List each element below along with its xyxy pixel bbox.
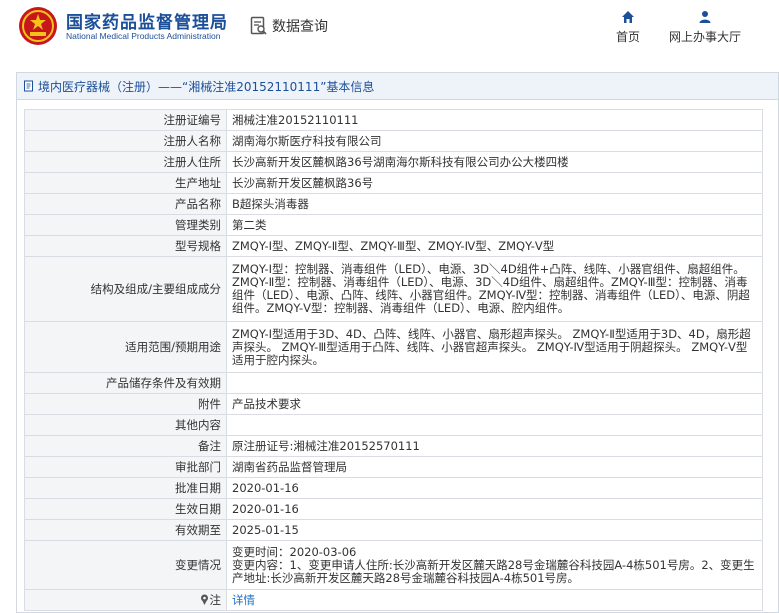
national-emblem-icon — [19, 7, 57, 45]
row-value: 湖南海尔斯医疗科技有限公司 — [226, 130, 763, 152]
row-label: 管理类别 — [24, 214, 227, 236]
device-info-table: 注册证编号 湘械注准20152110111 注册人名称 湖南海尔斯医疗科技有限公… — [24, 109, 763, 611]
row-label: 型号规格 — [24, 235, 227, 257]
row-value: 湖南省药品监督管理局 — [226, 456, 763, 478]
row-value: ZMQY-Ⅰ型、ZMQY-Ⅱ型、ZMQY-Ⅲ型、ZMQY-Ⅳ型、ZMQY-Ⅴ型 — [226, 235, 763, 257]
row-label: 生效日期 — [24, 498, 227, 520]
table-row: 产品名称 B超探头消毒器 — [24, 193, 763, 215]
data-query-icon — [250, 16, 267, 35]
row-value: 第二类 — [226, 214, 763, 236]
row-value: ZMQY-Ⅰ型适用于3D、4D、凸阵、线阵、小器官、扇形超声探头。 ZMQY-Ⅱ… — [226, 321, 763, 373]
table-row: 其他内容 — [24, 414, 763, 436]
details-link[interactable]: 详情 — [226, 589, 763, 611]
document-icon — [24, 80, 33, 92]
row-value — [226, 372, 763, 394]
row-label: 变更情况 — [24, 540, 227, 590]
row-label-text: 注 — [209, 592, 222, 607]
detail-panel: 境内医疗器械（注册）——“湘械注准20152110111”基本信息 注册证编号 … — [16, 72, 779, 613]
row-value: ZMQY-Ⅰ型：控制器、消毒组件（LED）、电源、3D＼4D组件+凸阵、线阵、小… — [226, 256, 763, 322]
row-label: 注 — [24, 589, 227, 611]
table-row: 备注 原注册证号:湘械注准20152570111 — [24, 435, 763, 457]
nav-home[interactable]: 首页 — [608, 10, 648, 45]
table-row: 注册人名称 湖南海尔斯医疗科技有限公司 — [24, 130, 763, 152]
row-label: 注册人名称 — [24, 130, 227, 152]
row-value: 2020-01-16 — [226, 477, 763, 499]
table-row: 变更情况 变更时间：2020-03-06 变更内容：1、变更申请人住所:长沙高新… — [24, 540, 763, 590]
row-label: 批准日期 — [24, 477, 227, 499]
row-label: 生产地址 — [24, 172, 227, 194]
site-logo-subtitle[interactable]: National Medical Products Administration — [66, 31, 221, 41]
table-row: 有效期至 2025-01-15 — [24, 519, 763, 541]
table-row: 注 详情 — [24, 589, 763, 611]
row-label: 产品名称 — [24, 193, 227, 215]
table-row: 管理类别 第二类 — [24, 214, 763, 236]
row-label: 注册人住所 — [24, 151, 227, 173]
row-label: 其他内容 — [24, 414, 227, 436]
row-value: 产品技术要求 — [226, 393, 763, 415]
row-label: 产品储存条件及有效期 — [24, 372, 227, 394]
row-label: 审批部门 — [24, 456, 227, 478]
table-row: 注册人住所 长沙高新开发区麓枫路36号湖南海尔斯科技有限公司办公大楼四楼 — [24, 151, 763, 173]
row-value: 2020-01-16 — [226, 498, 763, 520]
row-label: 结构及组成/主要组成成分 — [24, 256, 227, 322]
table-row: 生效日期 2020-01-16 — [24, 498, 763, 520]
table-row: 批准日期 2020-01-16 — [24, 477, 763, 499]
row-value — [226, 414, 763, 436]
table-row: 注册证编号 湘械注准20152110111 — [24, 109, 763, 131]
nav-home-label: 首页 — [615, 30, 640, 44]
row-label: 备注 — [24, 435, 227, 457]
site-logo-title[interactable]: 国家药品监督管理局 — [66, 8, 228, 33]
row-value: 长沙高新开发区麓枫路36号湖南海尔斯科技有限公司办公大楼四楼 — [226, 151, 763, 173]
panel-title-bar: 境内医疗器械（注册）——“湘械注准20152110111”基本信息 — [17, 73, 778, 100]
row-label: 注册证编号 — [24, 109, 227, 131]
data-query-label: 数据查询 — [272, 19, 328, 35]
site-header: 国家药品监督管理局 National Medical Products Admi… — [0, 0, 779, 62]
row-value: 原注册证号:湘械注准20152570111 — [226, 435, 763, 457]
table-row: 结构及组成/主要组成成分 ZMQY-Ⅰ型：控制器、消毒组件（LED）、电源、3D… — [24, 256, 763, 322]
panel-title: 境内医疗器械（注册）——“湘械注准20152110111”基本信息 — [38, 79, 375, 94]
pin-icon — [200, 594, 208, 605]
row-value: 2025-01-15 — [226, 519, 763, 541]
table-row: 产品储存条件及有效期 — [24, 372, 763, 394]
table-row: 生产地址 长沙高新开发区麓枫路36号 — [24, 172, 763, 194]
row-value: 长沙高新开发区麓枫路36号 — [226, 172, 763, 194]
row-value: 变更时间：2020-03-06 变更内容：1、变更申请人住所:长沙高新开发区麓天… — [226, 540, 763, 590]
table-row: 型号规格 ZMQY-Ⅰ型、ZMQY-Ⅱ型、ZMQY-Ⅲ型、ZMQY-Ⅳ型、ZMQ… — [24, 235, 763, 257]
nav-online-hall[interactable]: 网上办事大厅 — [663, 10, 747, 45]
home-icon — [622, 11, 634, 23]
row-label: 有效期至 — [24, 519, 227, 541]
row-value: B超探头消毒器 — [226, 193, 763, 215]
row-value: 湘械注准20152110111 — [226, 109, 763, 131]
nav-online-hall-label: 网上办事大厅 — [668, 30, 741, 44]
row-label: 附件 — [24, 393, 227, 415]
table-row: 审批部门 湖南省药品监督管理局 — [24, 456, 763, 478]
row-label: 适用范围/预期用途 — [24, 321, 227, 373]
data-query-link[interactable]: 数据查询 — [250, 14, 328, 38]
table-row: 附件 产品技术要求 — [24, 393, 763, 415]
table-row: 适用范围/预期用途 ZMQY-Ⅰ型适用于3D、4D、凸阵、线阵、小器官、扇形超声… — [24, 321, 763, 373]
user-icon — [699, 11, 711, 23]
